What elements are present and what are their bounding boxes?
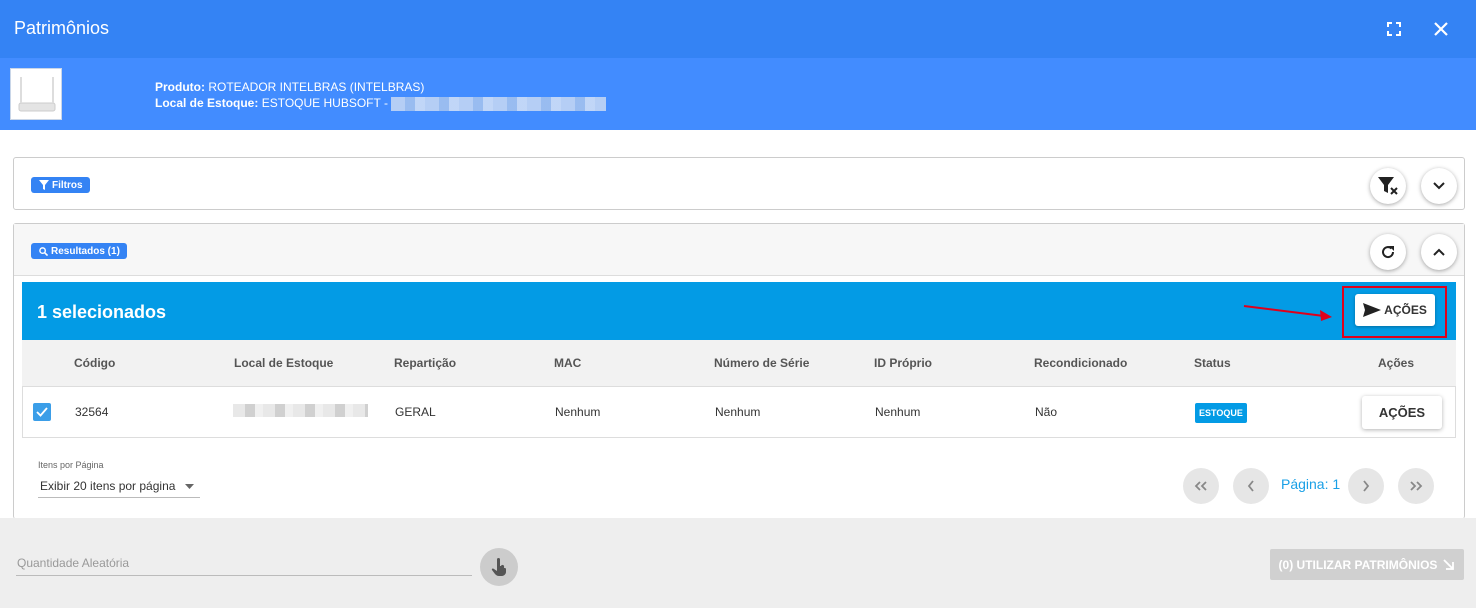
row-checkbox[interactable] — [33, 403, 51, 421]
use-patrimonios-label: (0) UTILIZAR PATRIMÔNIOS — [1278, 557, 1438, 572]
first-page-button[interactable] — [1183, 468, 1219, 504]
col-status[interactable]: Status — [1194, 356, 1231, 370]
filters-chip[interactable]: Filtros — [31, 177, 90, 193]
dropdown-arrow-icon — [185, 484, 194, 489]
product-thumbnail — [10, 68, 62, 120]
cell-recondicionado: Não — [1035, 405, 1058, 419]
per-page-value: Exibir 20 itens por página — [40, 479, 176, 493]
search-icon — [39, 246, 48, 256]
window-title: Patrimônios — [14, 18, 110, 38]
cell-mac: Nenhum — [555, 405, 601, 419]
footer-bar: Quantidade Aleatória (0) UTILIZAR PATRIM… — [0, 518, 1476, 608]
product-info-bar: Produto: ROTEADOR INTELBRAS (INTELBRAS) … — [0, 58, 1476, 130]
close-icon[interactable] — [1427, 15, 1455, 43]
chevron-right-icon — [1363, 480, 1370, 492]
check-icon — [36, 407, 48, 417]
filter-icon — [39, 180, 49, 190]
filter-clear-icon — [1378, 177, 1398, 195]
page-indicator: Página: 1 — [1281, 476, 1341, 492]
random-qty-input[interactable]: Quantidade Aleatória — [16, 552, 472, 576]
per-page-select[interactable]: Exibir 20 itens por página — [38, 474, 200, 498]
cell-local-redacted — [233, 404, 368, 417]
cell-codigo: 32564 — [75, 405, 109, 419]
produto-label: Produto: — [155, 80, 205, 94]
table-header: Código Local de Estoque Repartição MAC N… — [22, 340, 1456, 387]
selected-count: 1 selecionados — [37, 302, 167, 322]
filters-panel: Filtros — [13, 157, 1465, 210]
col-mac[interactable]: MAC — [554, 356, 581, 370]
col-reparticao[interactable]: Repartição — [394, 356, 456, 370]
random-pick-button[interactable] — [480, 548, 518, 586]
cell-serie: Nenhum — [715, 405, 761, 419]
results-panel: Resultados (1) 1 selecionados AÇÕES Códi… — [13, 223, 1465, 519]
col-id-proprio[interactable]: ID Próprio — [874, 356, 932, 370]
produto-value: ROTEADOR INTELBRAS (INTELBRAS) — [208, 80, 425, 94]
last-page-button[interactable] — [1398, 468, 1434, 504]
clear-filters-button[interactable] — [1370, 168, 1406, 204]
product-info: Produto: ROTEADOR INTELBRAS (INTELBRAS) … — [155, 79, 607, 111]
annotation-arrow — [1243, 305, 1332, 321]
next-page-button[interactable] — [1348, 468, 1384, 504]
send-icon — [1363, 303, 1382, 317]
double-chevron-left-icon — [1194, 481, 1207, 491]
cell-id-proprio: Nenhum — [875, 405, 921, 419]
local-value: ESTOQUE HUBSOFT - — [261, 96, 388, 110]
filters-chip-label: Filtros — [52, 179, 83, 191]
chevron-left-icon — [1247, 480, 1254, 492]
col-codigo[interactable]: Código — [74, 356, 115, 370]
col-recondicionado[interactable]: Recondicionado — [1034, 356, 1127, 370]
results-header — [14, 224, 1464, 276]
arrow-down-right-icon — [1443, 558, 1455, 570]
random-qty-placeholder: Quantidade Aleatória — [17, 556, 130, 570]
pointer-hand-icon — [491, 558, 506, 576]
cell-reparticao: GERAL — [395, 405, 436, 419]
refresh-icon — [1382, 246, 1395, 259]
chevron-down-icon — [1433, 182, 1445, 190]
collapse-results-button[interactable] — [1421, 234, 1457, 270]
prev-page-button[interactable] — [1233, 468, 1269, 504]
fullscreen-icon[interactable] — [1380, 15, 1408, 43]
results-chip[interactable]: Resultados (1) — [31, 243, 127, 259]
local-label: Local de Estoque: — [155, 96, 259, 110]
status-badge: ESTOQUE — [1195, 403, 1247, 423]
expand-filters-button[interactable] — [1421, 168, 1457, 204]
col-numero-serie[interactable]: Número de Série — [714, 356, 809, 370]
redacted-text — [391, 96, 607, 111]
bulk-actions-label: AÇÕES — [1384, 303, 1427, 317]
col-acoes: Ações — [1378, 356, 1415, 370]
chevron-up-icon — [1433, 248, 1445, 256]
double-chevron-right-icon — [1410, 481, 1423, 491]
per-page-label: Itens por Página — [38, 460, 104, 470]
refresh-button[interactable] — [1370, 234, 1406, 270]
table-row: 32564 GERAL Nenhum Nenhum Nenhum Não EST… — [22, 387, 1456, 438]
results-chip-label: Resultados (1) — [51, 245, 120, 257]
use-patrimonios-button[interactable]: (0) UTILIZAR PATRIMÔNIOS — [1270, 549, 1464, 580]
col-local-estoque[interactable]: Local de Estoque — [234, 356, 333, 370]
window-header: Patrimônios — [0, 0, 1476, 58]
selection-bar: 1 selecionados AÇÕES — [22, 282, 1456, 340]
bulk-actions-button[interactable]: AÇÕES — [1355, 294, 1435, 326]
row-actions-button[interactable]: AÇÕES — [1362, 396, 1442, 429]
